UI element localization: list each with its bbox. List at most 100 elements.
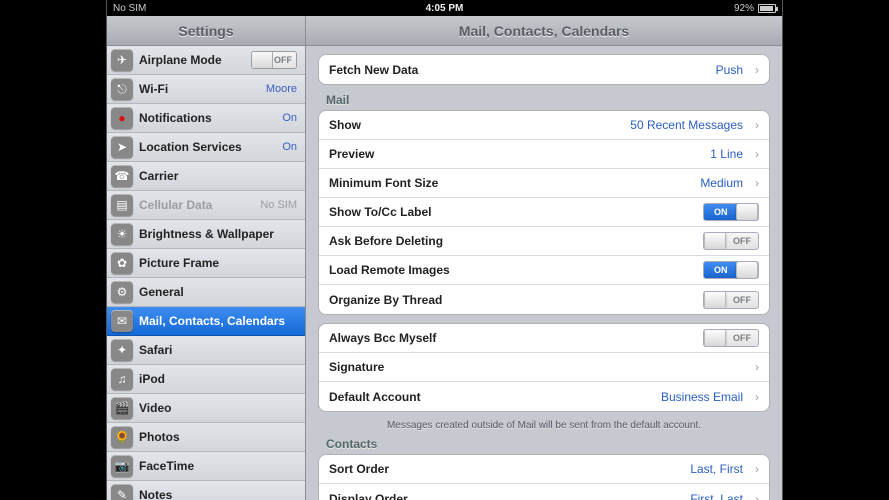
detail-title: Mail, Contacts, Calendars	[306, 16, 782, 46]
sidebar-item-photos[interactable]: 🌻Photos	[107, 423, 305, 452]
sidebar-item-label: Notes	[139, 488, 297, 500]
sidebar-item-safari[interactable]: ✦ Safari	[107, 336, 305, 365]
section-header: Contacts	[326, 437, 768, 451]
sidebar-item-label: Video	[139, 401, 297, 415]
row-value: Push	[716, 63, 743, 77]
sidebar-list: ✈Airplane ModeOFF⎋Wi-FiMoore●Notificatio…	[107, 46, 305, 500]
battery-icon	[758, 4, 776, 13]
cell-icon: ▤	[111, 194, 133, 216]
airplane-toggle[interactable]: OFF	[251, 51, 297, 69]
tocc-toggle[interactable]: ON	[703, 203, 759, 221]
row-show[interactable]: Show 50 Recent Messages ›	[319, 111, 769, 140]
sidebar-item-facetime[interactable]: 📷 FaceTime	[107, 452, 305, 481]
airplane-icon: ✈	[111, 49, 133, 71]
row-label: Display Order	[329, 492, 682, 500]
row-remote[interactable]: Load Remote ImagesON	[319, 256, 769, 285]
notes-icon: ✎	[111, 484, 133, 500]
row-thread[interactable]: Organize By ThreadOFF	[319, 285, 769, 314]
sidebar-item-value: On	[282, 112, 297, 124]
chevron-right-icon: ›	[755, 176, 759, 190]
row-value: Business Email	[661, 390, 743, 404]
row-defacct[interactable]: Default AccountBusiness Email›	[319, 382, 769, 411]
toggle-knob	[704, 233, 726, 249]
row-label: Fetch New Data	[329, 63, 708, 77]
sidebar-item-bright[interactable]: ☀Brightness & Wallpaper	[107, 220, 305, 249]
row-sort[interactable]: Sort OrderLast, First›	[319, 455, 769, 484]
sidebar-item-mail[interactable]: ✉Mail, Contacts, Calendars	[107, 307, 305, 336]
row-label: Sort Order	[329, 462, 682, 476]
sidebar-item-label: Mail, Contacts, Calendars	[139, 314, 297, 328]
row-label: Default Account	[329, 390, 653, 404]
row-label: Always Bcc Myself	[329, 331, 695, 345]
settings-group: Always Bcc Myself OFF Signature › Default Ac…	[318, 323, 770, 412]
chevron-right-icon: ›	[755, 118, 759, 132]
safari-icon: ✦	[111, 339, 133, 361]
toggle-label: OFF	[733, 333, 751, 343]
sidebar-item-gen[interactable]: ⚙General	[107, 278, 305, 307]
row-label: Signature	[329, 360, 743, 374]
row-bcc[interactable]: Always Bcc Myself OFF	[319, 324, 769, 353]
sidebar-item-notif[interactable]: ●NotificationsOn	[107, 104, 305, 133]
row-value: 50 Recent Messages	[630, 118, 743, 132]
chevron-right-icon: ›	[755, 492, 759, 500]
loc-icon: ➤	[111, 136, 133, 158]
row-askdel[interactable]: Ask Before Deleting OFF	[319, 227, 769, 256]
bright-icon: ☀	[111, 223, 133, 245]
row-label: Show To/Cc Label	[329, 205, 695, 219]
bcc-toggle[interactable]: OFF	[703, 329, 759, 347]
status-time: 4:05 PM	[107, 3, 782, 14]
sidebar-item-airplane[interactable]: ✈ Airplane Mode OFF	[107, 46, 305, 75]
detail-pane: Mail, Contacts, Calendars Fetch New Data…	[306, 16, 782, 500]
remote-toggle[interactable]: ON	[703, 261, 759, 279]
sidebar-item-label: Wi-Fi	[139, 82, 260, 96]
row-disp[interactable]: Display OrderFirst, Last›	[319, 484, 769, 500]
row-label: Minimum Font Size	[329, 176, 692, 190]
askdel-toggle[interactable]: OFF	[703, 232, 759, 250]
sidebar-item-label: Airplane Mode	[139, 53, 245, 67]
row-preview[interactable]: Preview1 Line›	[319, 140, 769, 169]
toggle-label: ON	[714, 207, 728, 217]
sidebar-title: Settings	[107, 16, 305, 46]
row-label: Show	[329, 118, 622, 132]
sidebar-item-cell[interactable]: ▤ Cellular Data No SIM	[107, 191, 305, 220]
sidebar-item-label: Location Services	[139, 140, 276, 154]
sidebar-item-label: FaceTime	[139, 459, 297, 473]
sidebar-item-carrier[interactable]: ☎ Carrier	[107, 162, 305, 191]
sidebar-item-value: No SIM	[260, 199, 297, 211]
sidebar-item-label: Safari	[139, 343, 297, 357]
sidebar-item-wifi[interactable]: ⎋Wi-FiMoore	[107, 75, 305, 104]
sidebar-item-loc[interactable]: ➤Location ServicesOn	[107, 133, 305, 162]
toggle-knob	[704, 292, 726, 308]
sidebar-item-ipod[interactable]: ♫iPod	[107, 365, 305, 394]
sidebar-item-label: iPod	[139, 372, 297, 386]
row-minfont[interactable]: Minimum Font Size Medium ›	[319, 169, 769, 198]
carrier-icon: ☎	[111, 165, 133, 187]
toggle-label: OFF	[733, 295, 751, 305]
section-footnote: Messages created outside of Mail will be…	[318, 420, 770, 431]
notif-icon: ●	[111, 107, 133, 129]
row-value: Medium	[700, 176, 743, 190]
facetime-icon: 📷	[111, 455, 133, 477]
sidebar-item-notes[interactable]: ✎ Notes	[107, 481, 305, 500]
section-header: Mail	[326, 93, 768, 107]
row-fetch[interactable]: Fetch New DataPush›	[319, 55, 769, 84]
row-tocc[interactable]: Show To/Cc Label ON	[319, 198, 769, 227]
sidebar-item-label: Carrier	[139, 169, 297, 183]
row-sig[interactable]: Signature ›	[319, 353, 769, 382]
row-value: 1 Line	[710, 147, 743, 161]
sidebar-item-pict[interactable]: ✿Picture Frame	[107, 249, 305, 278]
photos-icon: 🌻	[111, 426, 133, 448]
row-label: Preview	[329, 147, 702, 161]
sidebar-item-label: Cellular Data	[139, 198, 254, 212]
toggle-knob	[736, 262, 758, 278]
settings-group: Sort OrderLast, First›Display OrderFirst…	[318, 454, 770, 500]
thread-toggle[interactable]: OFF	[703, 291, 759, 309]
wifi-icon: ⎋	[111, 78, 133, 100]
toggle-label: ON	[714, 265, 728, 275]
settings-group: Fetch New DataPush›	[318, 54, 770, 85]
chevron-right-icon: ›	[755, 360, 759, 374]
row-label: Ask Before Deleting	[329, 234, 695, 248]
sidebar-item-video[interactable]: 🎬Video	[107, 394, 305, 423]
status-bar: No SIM 4:05 PM 92%	[107, 0, 782, 16]
chevron-right-icon: ›	[755, 462, 759, 476]
